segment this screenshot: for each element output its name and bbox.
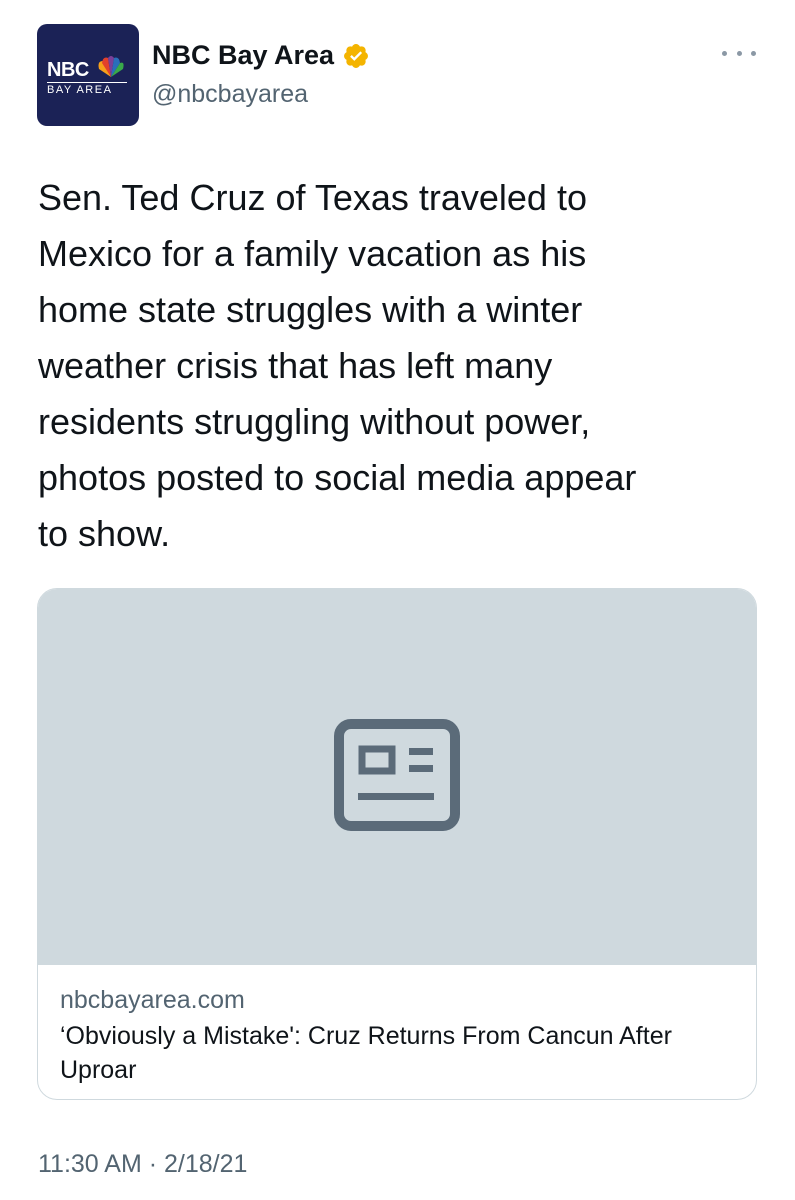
avatar[interactable]: NBC BAY AREA [37,24,139,126]
author-name-row: NBC Bay Area [152,40,370,71]
verified-badge-icon [344,43,369,68]
article-icon [334,719,460,831]
tweet-text: Sen. Ted Cruz of Texas traveled to Mexic… [38,177,637,554]
avatar-logo-text: NBC [47,59,89,81]
link-card-domain: nbcbayarea.com [60,986,245,1014]
more-dots-icon[interactable] [722,43,756,63]
peacock-logo-icon [98,56,124,77]
link-card-media [38,589,756,965]
link-card[interactable]: nbcbayarea.com ‘Obviously a Mistake': Cr… [37,588,757,1100]
avatar-logo-subtext: BAY AREA [47,82,127,96]
author-handle[interactable]: @nbcbayarea [152,80,308,109]
author-display-name[interactable]: NBC Bay Area [152,40,334,71]
link-card-title: ‘Obviously a Mistake': Cruz Returns From… [60,1022,672,1084]
link-card-body: nbcbayarea.com ‘Obviously a Mistake': Cr… [60,983,734,1087]
tweet-timestamp[interactable]: 11:30 AM · 2/18/21 [38,1150,247,1179]
